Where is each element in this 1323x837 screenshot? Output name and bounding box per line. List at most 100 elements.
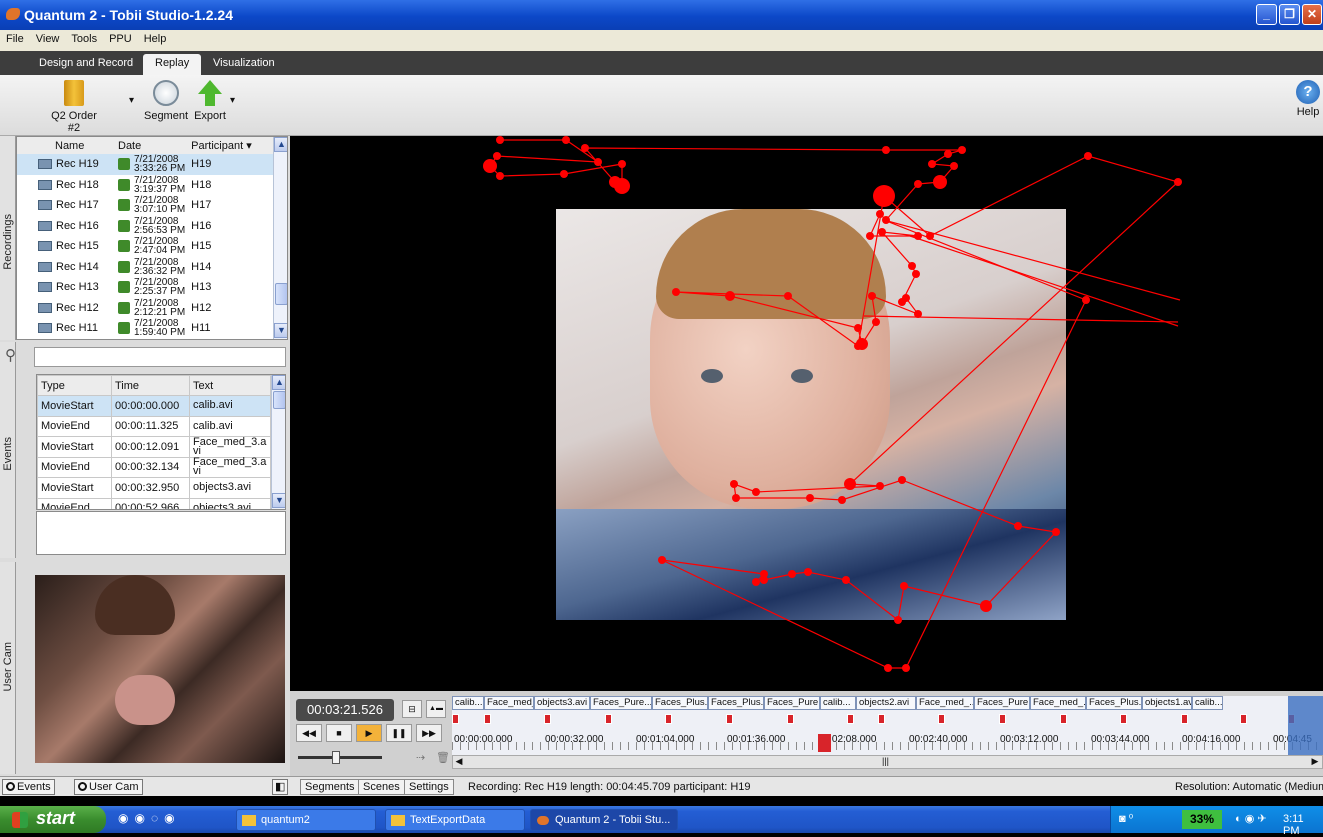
event-marker[interactable]: [726, 714, 733, 724]
timeline-segment[interactable]: Face_med_...: [1030, 696, 1086, 710]
col-text[interactable]: Text: [189, 375, 271, 396]
timeline-segment[interactable]: Faces_Pure...: [974, 696, 1030, 710]
tab-segments[interactable]: Segments: [300, 779, 360, 795]
tray-icons[interactable]: ◐ ◉ ✈: [1235, 812, 1267, 825]
trash-icon[interactable]: 🗑: [436, 751, 450, 764]
usercam-toggle[interactable]: User Cam: [74, 779, 143, 795]
event-marker[interactable]: [605, 714, 612, 724]
recording-row[interactable]: Rec H17 7/21/2008 3:07:10 PM H17: [17, 195, 274, 216]
events-scrollbar[interactable]: ▲ ▼: [271, 375, 285, 509]
event-marker[interactable]: [544, 714, 551, 724]
tab-scenes[interactable]: Scenes: [358, 779, 405, 795]
export-button[interactable]: Export: [190, 80, 230, 122]
timeline-segment[interactable]: objects2.avi: [856, 696, 916, 710]
events-scroll-thumb[interactable]: [273, 391, 285, 409]
battery-indicator[interactable]: 33%: [1182, 810, 1222, 829]
waveform-button[interactable]: ▲▬: [426, 700, 446, 718]
collapse-panel-button[interactable]: ◧: [272, 779, 289, 795]
recordings-scrollbar[interactable]: ▲ ▼: [273, 137, 287, 339]
timeline-segment[interactable]: Faces_Plus...: [652, 696, 708, 710]
recording-row[interactable]: Rec H12 7/21/2008 2:12:21 PM H12: [17, 298, 274, 319]
timeline[interactable]: calib...Face_med_...objects3.aviFaces_Pu…: [452, 696, 1323, 758]
tab-replay[interactable]: Replay: [143, 54, 202, 75]
col-participant[interactable]: Participant ▾: [188, 137, 274, 154]
event-row[interactable]: MovieStart 00:00:00.000 calib.avi: [37, 395, 271, 417]
quick-launch-icons[interactable]: ◉◉◌◉: [118, 811, 181, 825]
speed-icon[interactable]: ⇢: [416, 751, 425, 764]
events-scroll-down[interactable]: ▼: [272, 493, 285, 508]
tab-visualization[interactable]: Visualization: [201, 54, 287, 75]
segment-button[interactable]: Segment: [143, 80, 189, 122]
menu-view[interactable]: View: [30, 30, 66, 45]
close-button[interactable]: ✕: [1302, 4, 1322, 25]
event-marker[interactable]: [847, 714, 854, 724]
recording-row[interactable]: Rec H13 7/21/2008 2:25:37 PM H13: [17, 277, 274, 298]
col-date[interactable]: Date: [115, 137, 189, 154]
start-button[interactable]: start: [0, 806, 106, 833]
event-marker[interactable]: [878, 714, 885, 724]
taskbar-item-quantum2[interactable]: quantum2: [236, 809, 376, 831]
event-row[interactable]: MovieEnd 00:00:52.966 objects3.avi: [37, 497, 271, 509]
recording-row[interactable]: Rec H16 7/21/2008 2:56:53 PM H16: [17, 216, 274, 237]
marker-button[interactable]: ⊟: [402, 700, 422, 718]
timeline-segment[interactable]: Face_med_...: [916, 696, 974, 710]
events-toggle[interactable]: Events: [2, 779, 55, 795]
order-button[interactable]: Q2 Order #2: [44, 80, 104, 134]
col-type[interactable]: Type: [37, 375, 112, 396]
event-row[interactable]: MovieStart 00:00:32.950 objects3.avi: [37, 477, 271, 499]
event-row[interactable]: MovieStart 00:00:12.091 Face_med_3.a vi: [37, 436, 271, 458]
event-marker[interactable]: [938, 714, 945, 724]
timeline-segment[interactable]: Faces_Plus...: [708, 696, 764, 710]
timeline-segment[interactable]: Face_med_...: [484, 696, 534, 710]
recording-row[interactable]: Rec H11 7/21/2008 1:59:40 PM H11: [17, 318, 274, 339]
event-marker[interactable]: [787, 714, 794, 724]
timeline-segment[interactable]: objects3.avi: [534, 696, 590, 710]
timeline-segment[interactable]: calib...: [1192, 696, 1223, 710]
scroll-left-button[interactable]: ◀: [453, 756, 465, 768]
timeline-scrollbar[interactable]: ◀ ||| ▶: [452, 755, 1323, 769]
timeline-segment[interactable]: calib...: [452, 696, 484, 710]
help-button[interactable]: ? Help: [1294, 80, 1322, 118]
event-marker[interactable]: [1120, 714, 1127, 724]
event-row[interactable]: MovieEnd 00:00:11.325 calib.avi: [37, 415, 271, 437]
restore-button[interactable]: ❐: [1279, 4, 1300, 25]
tray-icon-help[interactable]: ◙ ⁰: [1119, 812, 1133, 825]
timeline-segment[interactable]: calib...: [820, 696, 856, 710]
taskbar-item-textexportdata[interactable]: TextExportData: [385, 809, 525, 831]
taskbar-item-tobii-studio[interactable]: Quantum 2 - Tobii Stu...: [530, 809, 678, 831]
events-search-field[interactable]: ⚲: [5, 347, 286, 367]
tab-design-and-record[interactable]: Design and Record: [27, 54, 145, 75]
stop-button[interactable]: ■: [326, 724, 352, 742]
scroll-thumb[interactable]: [275, 283, 287, 305]
order-dropdown-arrow[interactable]: ▾: [129, 95, 134, 106]
pause-button[interactable]: ❚❚: [386, 724, 412, 742]
event-marker[interactable]: [452, 714, 459, 724]
scroll-right-button[interactable]: ▶: [1309, 756, 1321, 768]
event-marker[interactable]: [999, 714, 1006, 724]
scroll-grip[interactable]: |||: [882, 756, 889, 766]
recording-row[interactable]: Rec H15 7/21/2008 2:47:04 PM H15: [17, 236, 274, 257]
menu-file[interactable]: File: [0, 30, 30, 45]
col-time[interactable]: Time: [111, 375, 190, 396]
timeline-segment[interactable]: Faces_Pure...: [590, 696, 652, 710]
timeline-segment[interactable]: Faces_Pure...: [764, 696, 820, 710]
scroll-down-button[interactable]: ▼: [274, 323, 287, 338]
event-row[interactable]: MovieEnd 00:00:32.134 Face_med_3.a vi: [37, 456, 271, 478]
event-marker[interactable]: [1181, 714, 1188, 724]
rewind-button[interactable]: ◀◀: [296, 724, 322, 742]
events-scroll-up[interactable]: ▲: [272, 375, 285, 390]
volume-slider[interactable]: [298, 751, 382, 764]
timeline-selection[interactable]: [1288, 696, 1323, 758]
fast-forward-button[interactable]: ▶▶: [416, 724, 442, 742]
event-marker[interactable]: [484, 714, 491, 724]
recording-row[interactable]: Rec H18 7/21/2008 3:19:37 PM H18: [17, 175, 274, 196]
events-search-input[interactable]: [35, 348, 285, 366]
event-marker[interactable]: [1060, 714, 1067, 724]
menu-ppu[interactable]: PPU: [103, 30, 138, 45]
export-dropdown-arrow[interactable]: ▾: [230, 95, 235, 106]
menu-help[interactable]: Help: [138, 30, 173, 45]
scroll-up-button[interactable]: ▲: [274, 137, 287, 152]
recording-row[interactable]: Rec H19 7/21/2008 3:33:26 PM H19: [17, 154, 274, 175]
event-marker[interactable]: [1240, 714, 1247, 724]
playhead[interactable]: [818, 734, 831, 752]
